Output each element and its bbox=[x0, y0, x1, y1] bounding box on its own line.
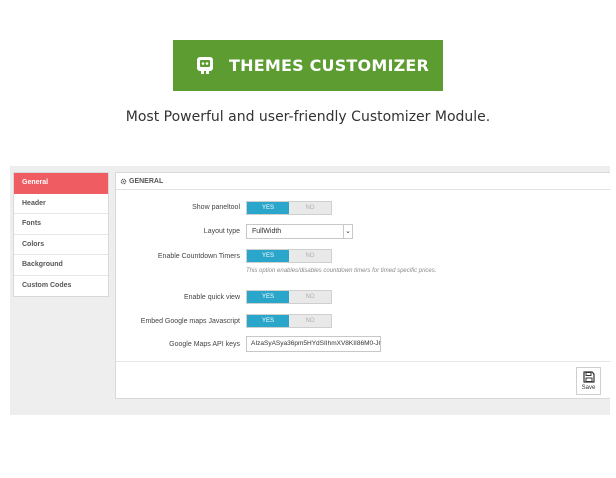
google-maps-js-toggle[interactable]: YES NO bbox=[246, 314, 332, 328]
general-settings-panel: GENERAL Show paneltool YES NO Layout typ… bbox=[115, 172, 611, 399]
google-maps-js-no[interactable]: NO bbox=[289, 315, 331, 327]
quick-view-yes[interactable]: YES bbox=[247, 291, 289, 303]
quick-view-label: Enable quick view bbox=[183, 294, 240, 301]
themes-customizer-banner: THEMES CUSTOMIZER bbox=[173, 40, 443, 91]
floppy-disk-icon bbox=[582, 371, 595, 383]
save-button[interactable]: Save bbox=[576, 367, 601, 395]
layout-type-value: FullWidth bbox=[252, 228, 282, 235]
google-maps-js-yes[interactable]: YES bbox=[247, 315, 289, 327]
section-title: GENERAL bbox=[129, 177, 164, 185]
quick-view-toggle[interactable]: YES NO bbox=[246, 290, 332, 304]
banner-title: THEMES CUSTOMIZER bbox=[229, 56, 430, 75]
maps-api-key-label: Google Maps API keys bbox=[169, 341, 240, 348]
layout-type-label: Layout type bbox=[203, 228, 240, 235]
chevron-down-icon: ⌄ bbox=[343, 225, 352, 238]
layout-type-select[interactable]: FullWidth ⌄ bbox=[246, 224, 353, 239]
countdown-label: Enable Countdown Timers bbox=[157, 253, 240, 260]
save-label: Save bbox=[581, 385, 596, 391]
countdown-yes[interactable]: YES bbox=[247, 250, 289, 262]
page: THEMES CUSTOMIZER Most Powerful and user… bbox=[0, 0, 616, 478]
quick-view-no[interactable]: NO bbox=[289, 291, 331, 303]
gear-icon bbox=[120, 178, 127, 184]
tagline: Most Powerful and user-friendly Customiz… bbox=[125, 109, 491, 125]
show-paneltool-yes[interactable]: YES bbox=[247, 202, 289, 214]
sidebar-item-background[interactable]: Background bbox=[14, 255, 108, 276]
sidebar: General Header Fonts Colors Background C… bbox=[13, 172, 109, 297]
countdown-help-text: This option enables/disables countdown t… bbox=[246, 268, 437, 274]
section-header: GENERAL bbox=[116, 173, 611, 190]
puzzle-face-icon bbox=[197, 57, 213, 74]
show-paneltool-toggle[interactable]: YES NO bbox=[246, 201, 332, 215]
sidebar-item-fonts[interactable]: Fonts bbox=[14, 214, 108, 235]
google-maps-js-label: Embed Google maps Javascript bbox=[140, 318, 240, 325]
sidebar-item-colors[interactable]: Colors bbox=[14, 235, 108, 256]
sidebar-item-custom-codes[interactable]: Custom Codes bbox=[14, 276, 108, 297]
panel-footer-divider bbox=[116, 361, 611, 362]
countdown-toggle[interactable]: YES NO bbox=[246, 249, 332, 263]
maps-api-key-input[interactable]: AIzaSyASya36pm5HYdSIIhmXV8KII86M0-JC bbox=[246, 336, 381, 352]
sidebar-item-header[interactable]: Header bbox=[14, 194, 108, 215]
show-paneltool-label: Show paneltool bbox=[192, 204, 240, 211]
countdown-no[interactable]: NO bbox=[289, 250, 331, 262]
show-paneltool-no[interactable]: NO bbox=[289, 202, 331, 214]
sidebar-item-general[interactable]: General bbox=[14, 173, 108, 194]
